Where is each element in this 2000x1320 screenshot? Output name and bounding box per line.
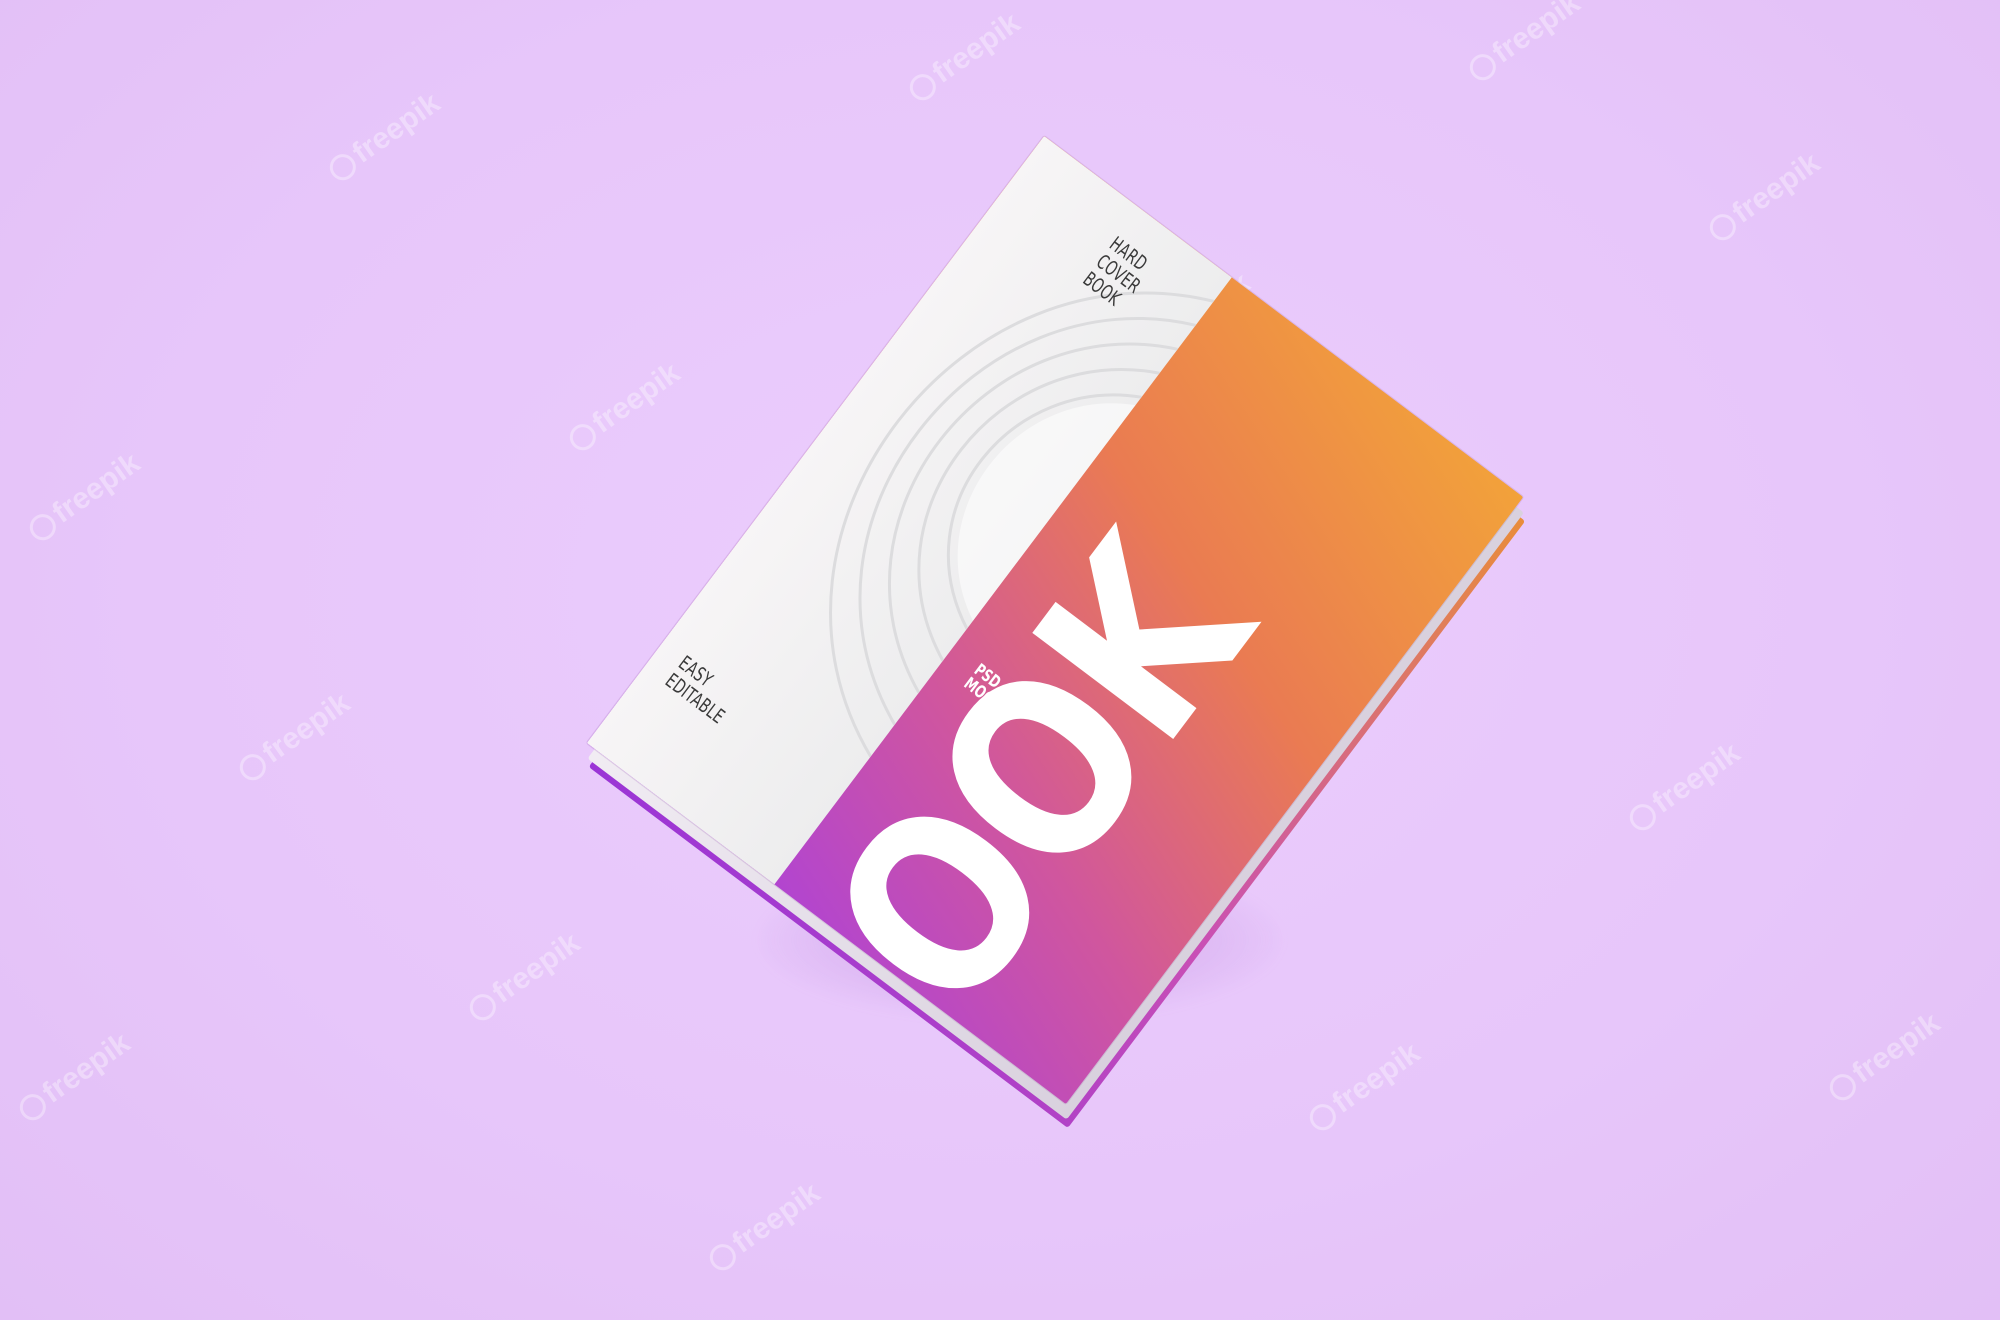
watermark: freepik	[902, 6, 1027, 107]
watermark: freepik	[1702, 146, 1827, 247]
book-mockup: HARD COVER BOOK EASY EDITABLE PSD MOCKUP…	[586, 135, 1526, 1129]
watermark: freepik	[1622, 736, 1747, 837]
watermark: freepik	[1462, 0, 1587, 88]
watermark: freepik	[1302, 1036, 1427, 1137]
watermark: freepik	[12, 1026, 137, 1127]
watermark: freepik	[232, 686, 357, 787]
watermark: freepik	[562, 356, 687, 457]
watermark: freepik	[462, 926, 587, 1027]
watermark: freepik	[322, 86, 447, 187]
book-front-cover: HARD COVER BOOK EASY EDITABLE PSD MOCKUP…	[586, 135, 1524, 1105]
watermark: freepik	[22, 446, 147, 547]
product-mockup-scene: freepik freepik freepik freepik freepik …	[0, 0, 2000, 1320]
watermark: freepik	[702, 1176, 827, 1277]
watermark: freepik	[1822, 1006, 1947, 1107]
